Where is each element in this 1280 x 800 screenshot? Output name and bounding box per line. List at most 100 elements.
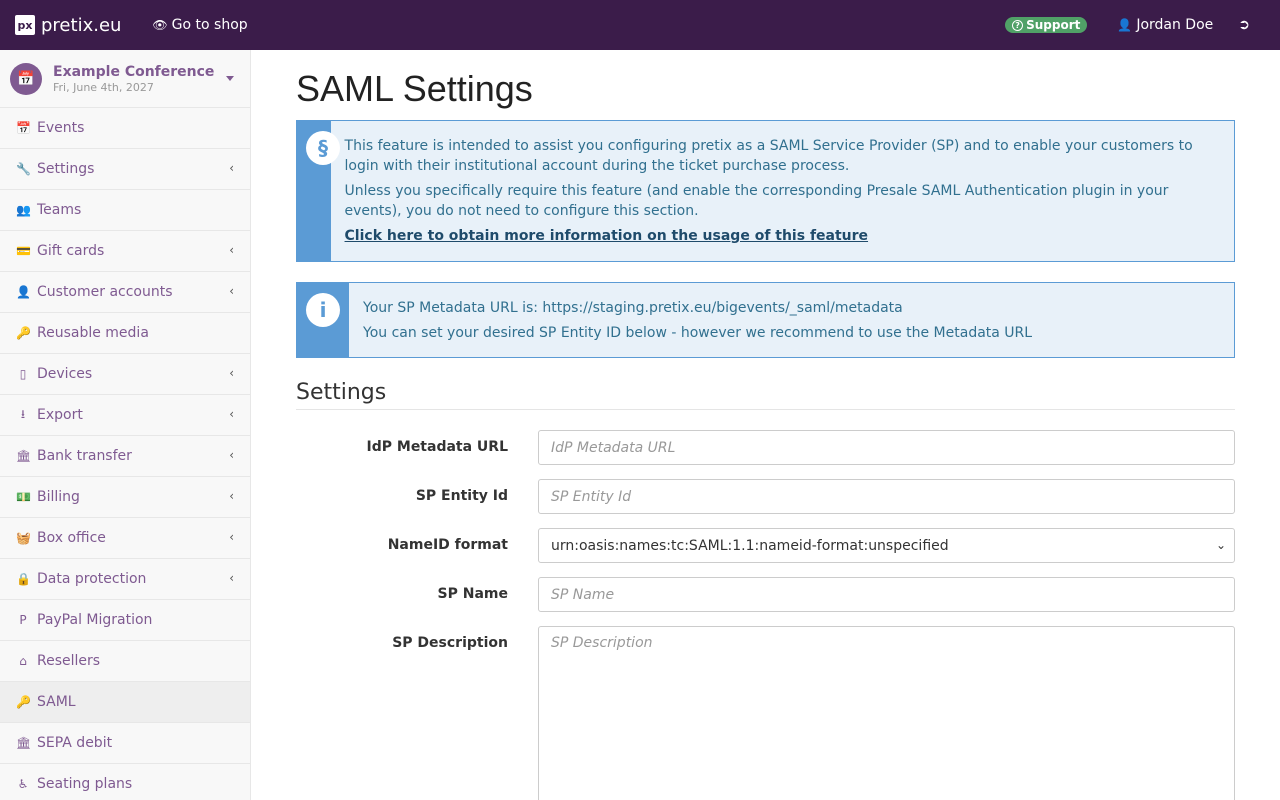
info-callout-metadata: i Your SP Metadata URL is: https://stagi… bbox=[296, 282, 1235, 358]
top-navbar: px pretix.eu 👁 Go to shop ? Support 👤 Jo… bbox=[0, 0, 1280, 50]
more-info-link[interactable]: Click here to obtain more information on… bbox=[345, 228, 869, 244]
sidebar-item-sepa-debit[interactable]: 🏛 SEPA debit bbox=[0, 723, 250, 764]
sidebar-item-label: Resellers bbox=[37, 653, 101, 669]
money-icon: 💵 bbox=[16, 490, 31, 504]
basket-icon: 🧺 bbox=[16, 531, 31, 545]
chevron-left-icon: ‹ bbox=[229, 366, 234, 380]
chevron-left-icon: ‹ bbox=[229, 489, 234, 503]
entity-id-hint: You can set your desired SP Entity ID be… bbox=[363, 325, 1033, 341]
sidebar-item-label: Gift cards bbox=[37, 243, 105, 259]
sidebar-item-settings[interactable]: 🔧 Settings ‹ bbox=[0, 149, 250, 190]
callout-text: Unless you specifically require this fea… bbox=[344, 183, 1169, 219]
bank-icon: 🏛 bbox=[16, 736, 32, 750]
callout-text: This feature is intended to assist you c… bbox=[344, 138, 1193, 174]
chevron-left-icon: ‹ bbox=[229, 448, 234, 462]
chevron-left-icon: ‹ bbox=[229, 530, 234, 544]
eye-icon: 👁 bbox=[152, 18, 168, 32]
go-to-shop-label: Go to shop bbox=[171, 17, 248, 33]
go-to-shop-link[interactable]: 👁 Go to shop bbox=[152, 17, 247, 33]
sidebar-item-label: Customer accounts bbox=[37, 284, 173, 300]
sidebar-item-label: Box office bbox=[37, 530, 106, 546]
sidebar-item-label: PayPal Migration bbox=[37, 612, 153, 628]
sp-desc-textarea[interactable] bbox=[538, 626, 1235, 800]
page-title: SAML Settings bbox=[296, 68, 533, 109]
sidebar-item-gift-cards[interactable]: 💳 Gift cards ‹ bbox=[0, 231, 250, 272]
sp-name-input[interactable] bbox=[538, 577, 1235, 612]
sidebar-item-label: Export bbox=[37, 407, 83, 423]
sidebar-item-bank-transfer[interactable]: 🏛 Bank transfer ‹ bbox=[0, 436, 250, 477]
chevron-left-icon: ‹ bbox=[229, 284, 234, 298]
sp-desc-label: SP Description bbox=[392, 635, 508, 651]
nameid-selected-value: urn:oasis:names:tc:SAML:1.1:nameid-forma… bbox=[551, 537, 949, 554]
pretix-logo-icon: px bbox=[15, 15, 35, 35]
key-icon: 🔑 bbox=[16, 326, 31, 340]
sidebar-item-label: Bank transfer bbox=[37, 448, 132, 464]
sidebar-item-billing[interactable]: 💵 Billing ‹ bbox=[0, 477, 250, 518]
sidebar-item-label: Teams bbox=[37, 202, 82, 218]
key-icon: 🔑 bbox=[16, 695, 31, 709]
question-circle-icon: ? bbox=[1012, 19, 1024, 31]
user-icon: 👤 bbox=[1117, 18, 1133, 32]
paypal-icon: P bbox=[19, 613, 27, 627]
paragraph-icon: § bbox=[306, 131, 340, 165]
sp-name-label: SP Name bbox=[437, 586, 508, 602]
user-name: Jordan Doe bbox=[1136, 17, 1214, 33]
event-name: Example Conference bbox=[53, 63, 215, 80]
logout-icon[interactable]: ➲ bbox=[1238, 17, 1250, 33]
calendar-icon: 📅 bbox=[10, 62, 42, 95]
chevron-left-icon: ‹ bbox=[229, 571, 234, 585]
sidebar-item-customer-accounts[interactable]: 👤 Customer accounts ‹ bbox=[0, 272, 250, 313]
section-title: Settings bbox=[296, 380, 1235, 410]
wheelchair-icon: ♿ bbox=[17, 777, 29, 791]
sidebar-item-label: Events bbox=[37, 120, 85, 136]
nameid-label: NameID format bbox=[387, 537, 508, 553]
sidebar-item-data-protection[interactable]: 🔒 Data protection ‹ bbox=[0, 559, 250, 600]
tablet-icon: ▯ bbox=[19, 367, 27, 381]
chevron-down-icon: ⌄ bbox=[1215, 538, 1226, 552]
credit-card-icon: 💳 bbox=[16, 244, 31, 258]
sidebar-item-saml[interactable]: 🔑 SAML bbox=[0, 682, 250, 723]
nameid-select[interactable]: urn:oasis:names:tc:SAML:1.1:nameid-forma… bbox=[538, 528, 1235, 563]
sidebar-item-reusable-media[interactable]: 🔑 Reusable media bbox=[0, 313, 250, 354]
brand-name: pretix.eu bbox=[41, 14, 122, 36]
metadata-url-text: Your SP Metadata URL is: https://staging… bbox=[363, 300, 903, 316]
user-menu[interactable]: 👤 Jordan Doe bbox=[1117, 17, 1213, 33]
bank-icon: 🏛 bbox=[16, 449, 32, 463]
support-button[interactable]: ? Support bbox=[1005, 17, 1088, 33]
sp-entity-label: SP Entity Id bbox=[415, 488, 508, 504]
sidebar-item-devices[interactable]: ▯ Devices ‹ bbox=[0, 354, 250, 395]
idp-url-input[interactable] bbox=[538, 430, 1235, 465]
sidebar-item-label: SEPA debit bbox=[37, 735, 113, 751]
sidebar-item-label: Billing bbox=[37, 489, 80, 505]
info-icon: i bbox=[306, 293, 340, 327]
event-switcher[interactable]: 📅 Example Conference Fri, June 4th, 2027 bbox=[0, 50, 250, 108]
sidebar-item-label: Reusable media bbox=[37, 325, 149, 341]
sp-entity-input[interactable] bbox=[538, 479, 1235, 514]
sidebar-item-label: SAML bbox=[37, 694, 76, 710]
users-icon: 👥 bbox=[16, 203, 31, 217]
sidebar-item-label: Seating plans bbox=[37, 776, 133, 792]
wrench-icon: 🔧 bbox=[16, 162, 31, 176]
support-label: Support bbox=[1026, 18, 1081, 32]
lock-icon: 🔒 bbox=[16, 572, 31, 586]
sidebar-item-resellers[interactable]: ⌂ Resellers bbox=[0, 641, 250, 682]
caret-down-icon bbox=[226, 76, 234, 81]
chevron-left-icon: ‹ bbox=[229, 243, 234, 257]
sidebar-item-box-office[interactable]: 🧺 Box office ‹ bbox=[0, 518, 250, 559]
sidebar-item-paypal-migration[interactable]: P PayPal Migration bbox=[0, 600, 250, 641]
sidebar-item-events[interactable]: 📅 Events bbox=[0, 108, 250, 149]
sidebar-item-label: Settings bbox=[37, 161, 95, 177]
sidebar: 📅 Example Conference Fri, June 4th, 2027… bbox=[0, 50, 251, 800]
download-icon: ⭳ bbox=[20, 406, 26, 421]
sidebar-item-export[interactable]: ⭳ Export ‹ bbox=[0, 395, 250, 436]
home-icon: ⌂ bbox=[19, 654, 27, 668]
sidebar-item-seating-plans[interactable]: ♿ Seating plans bbox=[0, 764, 250, 800]
sidebar-item-label: Devices bbox=[37, 366, 93, 382]
event-date: Fri, June 4th, 2027 bbox=[53, 80, 154, 94]
sidebar-item-teams[interactable]: 👥 Teams bbox=[0, 190, 250, 231]
sidebar-item-label: Data protection bbox=[37, 571, 147, 587]
calendar-icon: 📅 bbox=[16, 121, 31, 135]
info-callout-legal: § This feature is intended to assist you… bbox=[296, 120, 1235, 262]
brand-link[interactable]: px pretix.eu bbox=[15, 0, 121, 50]
chevron-left-icon: ‹ bbox=[229, 407, 234, 421]
